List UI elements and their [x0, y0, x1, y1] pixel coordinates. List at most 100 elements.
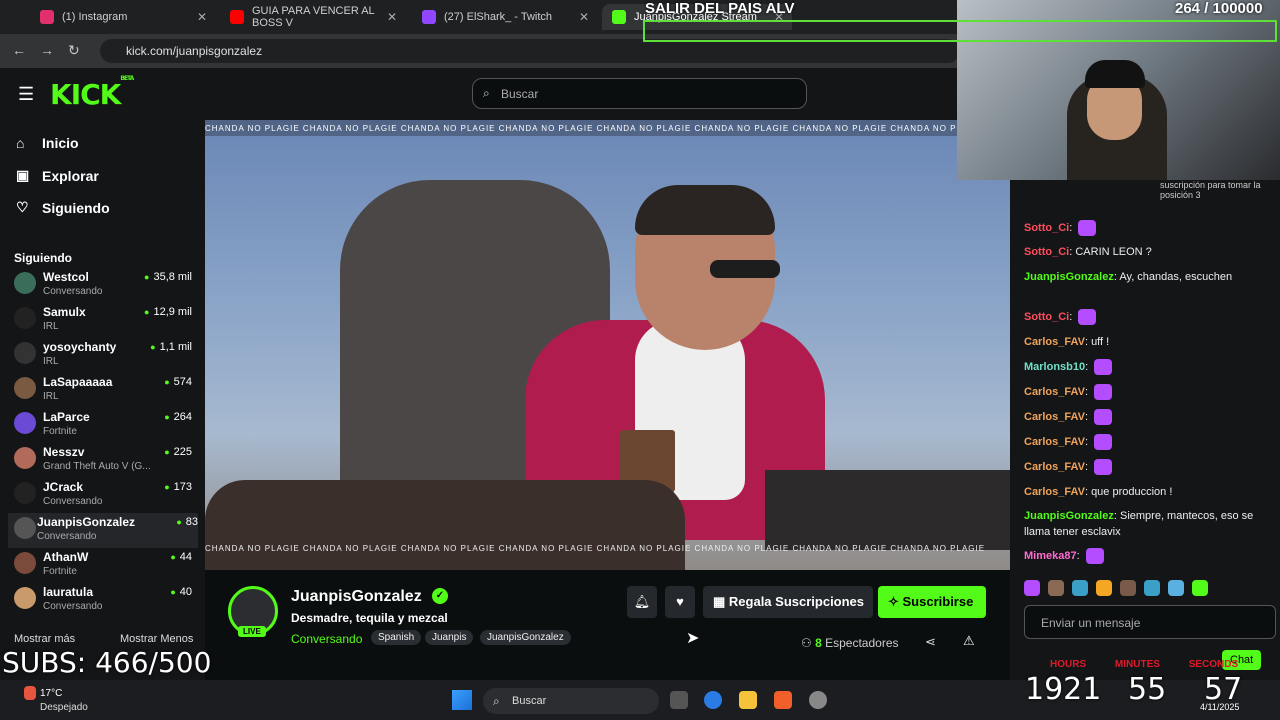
chat-username[interactable]: Sotto_Ci [1024, 222, 1069, 234]
brave-icon[interactable] [774, 691, 792, 709]
nav-siguiendo[interactable]: ♡ Siguiendo [16, 199, 110, 216]
timer-minutes: 55 [1128, 672, 1167, 707]
logo-beta: BETA [120, 74, 134, 82]
streamer-name[interactable]: JuanpisGonzalez [291, 588, 422, 606]
channel-name: Westcol [43, 270, 89, 284]
chat-username[interactable]: Mimeka87 [1024, 550, 1077, 562]
emote-icon[interactable] [1096, 580, 1112, 596]
url-field[interactable]: kick.com/juanpisgonzalez [100, 39, 960, 63]
chat-input[interactable]: Enviar un mensaje [1024, 605, 1276, 639]
live-badge: LIVE [238, 626, 266, 637]
gift-icon: ▦ [713, 594, 729, 609]
obs-icon[interactable] [809, 691, 827, 709]
taskbar-date[interactable]: 4/11/2025 [1200, 702, 1239, 712]
emote-icon[interactable] [1120, 580, 1136, 596]
show-less-link[interactable]: Mostrar Menos [120, 633, 193, 645]
sidebar-channel-jcrack[interactable]: JCrack Conversando 173 [14, 478, 192, 513]
emote-icon[interactable] [1024, 580, 1040, 596]
close-icon[interactable]: ✕ [579, 10, 589, 24]
sidebar-channel-laparce[interactable]: LaParce Fortnite 264 [14, 408, 192, 443]
sidebar-channel-samulx[interactable]: Samulx IRL 12,9 mil [14, 303, 192, 338]
chat-username[interactable]: Sotto_Ci [1024, 311, 1069, 323]
sidebar-channel-nesszv[interactable]: Nesszv Grand Theft Auto V (G... 225 [14, 443, 192, 478]
sidebar-channel-juanpisgonzalez[interactable]: JuanpisGonzalez Conversando 83 [8, 513, 198, 548]
video-player[interactable]: CHANDA NO PLAGIE CHANDA NO PLAGIE CHANDA… [205, 120, 1010, 570]
stream-tag[interactable]: Spanish [371, 630, 422, 645]
notification-bell-button[interactable]: 🔔︎ [627, 586, 657, 618]
emote-icon[interactable] [1192, 580, 1208, 596]
viewers-label: Espectadores [825, 636, 899, 650]
chat-username[interactable]: Marlonsb10 [1024, 361, 1085, 373]
video-banner-top: CHANDA NO PLAGIE CHANDA NO PLAGIE CHANDA… [205, 120, 1010, 136]
chat-username[interactable]: Carlos_FAV [1024, 486, 1085, 498]
channel-name: JCrack [43, 480, 84, 494]
chat-message: Sotto_Ci: [1024, 309, 1270, 326]
chat-username[interactable]: Carlos_FAV [1024, 461, 1085, 473]
chat-username[interactable]: JuanpisGonzalez [1024, 510, 1114, 522]
browser-tab-twitch[interactable]: (27) ElShark_ - Twitch ✕ [412, 4, 597, 30]
sidebar-channel-yosoychanty[interactable]: yosoychanty IRL 1,1 mil [14, 338, 192, 373]
kick-logo[interactable]: KICKBETA [50, 74, 134, 111]
sidebar-channel-westcol[interactable]: Westcol Conversando 35,8 mil [14, 268, 192, 303]
show-more-link[interactable]: Mostrar más [14, 633, 75, 645]
task-view-icon[interactable] [670, 691, 688, 709]
emote-icon [1094, 459, 1113, 476]
reload-icon[interactable]: ↻ [68, 42, 80, 59]
gift-subs-button[interactable]: ▦ Regala Suscripciones [703, 586, 873, 618]
stream-tag[interactable]: JuanpisGonzalez [480, 630, 571, 645]
browser-tab-youtube[interactable]: GUIA PARA VENCER AL BOSS V ✕ [220, 4, 405, 30]
chat-username[interactable]: Carlos_FAV [1024, 411, 1085, 423]
taskbar-search[interactable]: ⌕ Buscar [483, 688, 659, 714]
share-icon[interactable]: ⋖ [925, 634, 936, 650]
back-icon[interactable]: ← [12, 42, 26, 58]
browser-tab-instagram[interactable]: (1) Instagram ✕ [30, 4, 215, 30]
chrome-icon[interactable] [704, 691, 722, 709]
search-input[interactable]: ⌕ Buscar [472, 78, 807, 109]
subscribe-button[interactable]: ✧ Suscribirse [878, 586, 986, 618]
sidebar-channel-lauratula[interactable]: lauratula Conversando 40 [14, 583, 192, 618]
channel-category: Grand Theft Auto V (G... [43, 461, 151, 472]
timer-label-minutes: MINUTES [1114, 659, 1160, 670]
chat-username[interactable]: Sotto_Ci [1024, 246, 1069, 258]
nav-inicio[interactable]: ⌂ Inicio [16, 135, 79, 151]
sidebar-channel-athanw[interactable]: AthanW Fortnite 44 [14, 548, 192, 583]
channel-category: IRL [43, 321, 59, 332]
emote-icon [1085, 548, 1104, 565]
sidebar-channel-lasapaaaaa[interactable]: LaSapaaaaa IRL 574 [14, 373, 192, 408]
weather-temp[interactable]: 17°C [40, 688, 62, 699]
goal-title: SALIR DEL PAIS ALV [645, 0, 795, 17]
close-icon[interactable]: ✕ [197, 10, 207, 24]
chat-username[interactable]: Carlos_FAV [1024, 336, 1085, 348]
sidebar: ⌂ Inicio ▣ Explorar ♡ Siguiendo Siguiend… [0, 120, 205, 680]
report-icon[interactable]: ⚠ [963, 633, 975, 649]
chat-username[interactable]: JuanpisGonzalez [1024, 271, 1114, 283]
goal-progress-bar [643, 20, 1277, 42]
stream-tag[interactable]: Juanpis [425, 630, 474, 645]
nav-label: Explorar [42, 167, 99, 184]
nav-explorar[interactable]: ▣ Explorar [16, 167, 99, 184]
forward-icon[interactable]: → [40, 42, 54, 58]
kick-icon [612, 10, 626, 24]
emote-icon[interactable] [1168, 580, 1184, 596]
gift-label: Regala Suscripciones [728, 594, 865, 609]
emote-icon[interactable] [1048, 580, 1064, 596]
follow-button[interactable]: ♥ [665, 586, 695, 618]
windows-start-icon[interactable] [452, 690, 472, 710]
file-explorer-icon[interactable] [739, 691, 757, 709]
heart-icon: ♡ [16, 199, 29, 215]
chat-username[interactable]: Carlos_FAV [1024, 386, 1085, 398]
chat-username[interactable]: Carlos_FAV [1024, 436, 1085, 448]
emote-icon[interactable] [1144, 580, 1160, 596]
chat-placeholder: Enviar un mensaje [1041, 616, 1141, 630]
channel-viewers: 40 [170, 586, 192, 598]
menu-icon[interactable]: ☰ [18, 84, 34, 105]
timer-label-seconds: SECONDS [1188, 659, 1239, 670]
channel-viewers: 264 [164, 411, 192, 423]
emote-icon[interactable] [1072, 580, 1088, 596]
channel-name: Nesszv [43, 445, 85, 459]
chat-message: Carlos_FAV: que produccion ! [1024, 486, 1173, 498]
heart-icon: ♥ [676, 594, 684, 609]
stream-category[interactable]: Conversando [291, 632, 362, 646]
url-text: kick.com/juanpisgonzalez [126, 44, 263, 58]
close-icon[interactable]: ✕ [387, 10, 397, 24]
